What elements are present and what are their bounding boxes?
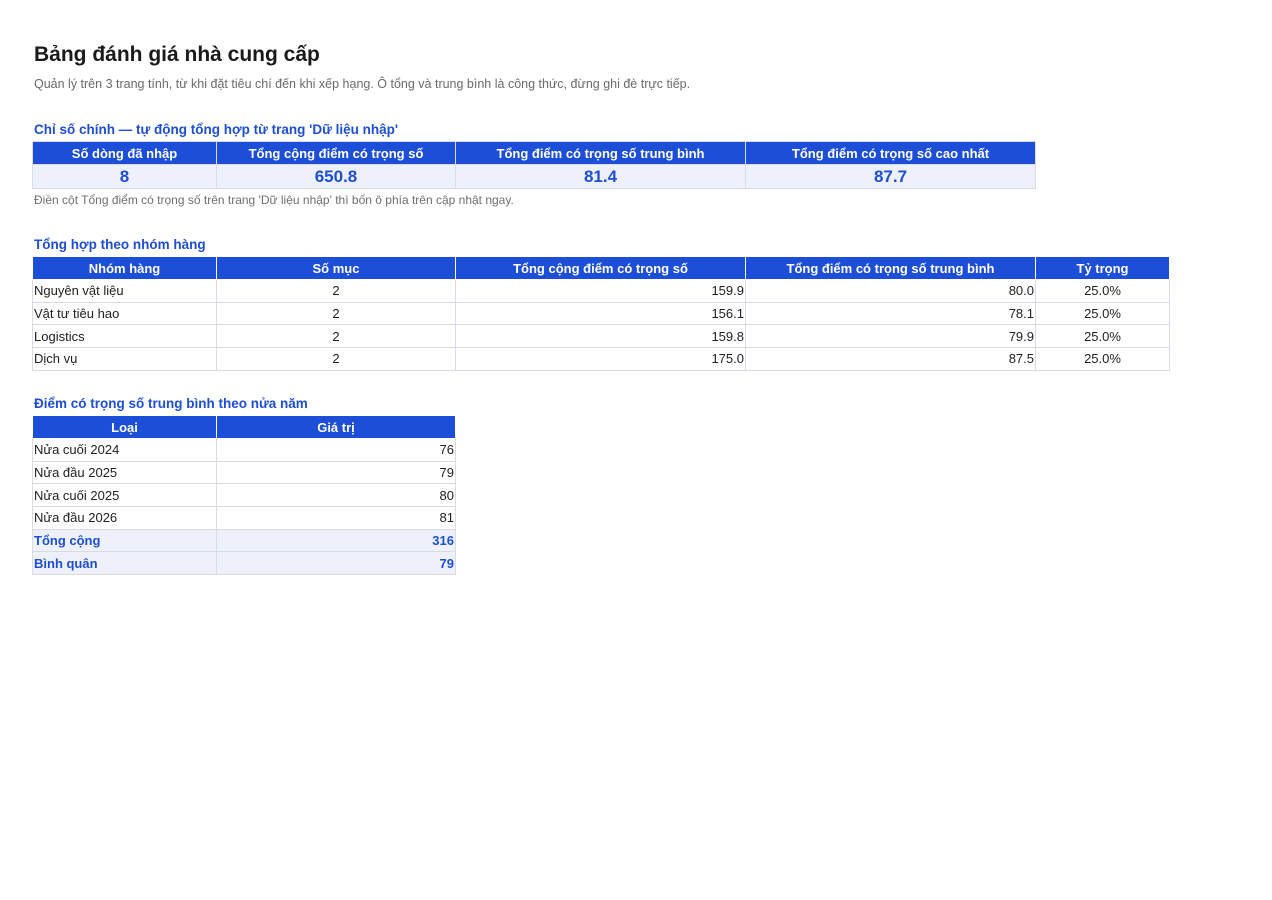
period-value-cell[interactable]: 80 [216, 483, 456, 508]
group-share-cell[interactable]: 25.0% [1035, 324, 1170, 349]
period-value-cell[interactable]: 76 [216, 438, 456, 462]
halfyear-header-row: Loại Giá trị [32, 415, 456, 439]
group-name-cell[interactable]: Vật tư tiêu hao [32, 301, 217, 326]
groups-header-row: Nhóm hàng Số mục Tổng cộng điểm có trọng… [32, 256, 1170, 280]
kpi-header-max-weighted[interactable]: Tổng điểm có trọng số cao nhất [745, 141, 1036, 165]
halfyear-header-value[interactable]: Giá trị [216, 415, 456, 439]
group-name-cell[interactable]: Nguyên vật liệu [32, 279, 217, 303]
period-cell[interactable]: Nửa đầu 2025 [32, 460, 217, 485]
group-total-cell[interactable]: 156.1 [455, 301, 746, 326]
kpi-note: Điền cột Tổng điểm có trọng số trên tran… [34, 193, 514, 207]
table-row: Dịch vụ 2 175.0 87.5 25.0% [32, 347, 1170, 371]
kpi-section-title: Chỉ số chính — tự động tổng hợp từ trang… [34, 122, 399, 137]
period-value-cell[interactable]: 79 [216, 460, 456, 485]
kpi-header-total-weighted[interactable]: Tổng cộng điểm có trọng số [216, 141, 456, 165]
groups-header-share[interactable]: Tỷ trọng [1035, 256, 1170, 280]
table-row: Nguyên vật liệu 2 159.9 80.0 25.0% [32, 279, 1170, 303]
groups-header-category[interactable]: Nhóm hàng [32, 256, 217, 280]
groups-table: Nhóm hàng Số mục Tổng cộng điểm có trọng… [32, 256, 1170, 371]
group-name-cell[interactable]: Dịch vụ [32, 347, 217, 371]
table-row: Nửa đầu 2025 79 [32, 460, 456, 485]
total-label-cell[interactable]: Tổng cộng [32, 528, 217, 553]
group-count-cell[interactable]: 2 [216, 324, 456, 349]
group-average-cell[interactable]: 78.1 [745, 301, 1036, 326]
total-value-cell[interactable]: 316 [216, 528, 456, 553]
table-row: Nửa cuối 2024 76 [32, 438, 456, 462]
table-row: Vật tư tiêu hao 2 156.1 78.1 25.0% [32, 301, 1170, 326]
groups-header-total[interactable]: Tổng cộng điểm có trọng số [455, 256, 746, 280]
kpi-header-row: Số dòng đã nhập Tổng cộng điểm có trọng … [32, 141, 1036, 165]
halfyear-section-title: Điểm có trọng số trung bình theo nửa năm [34, 396, 308, 411]
groups-header-average[interactable]: Tổng điểm có trọng số trung bình [745, 256, 1036, 280]
period-cell[interactable]: Nửa cuối 2024 [32, 438, 217, 462]
kpi-header-average-weighted[interactable]: Tổng điểm có trọng số trung bình [455, 141, 746, 165]
group-average-cell[interactable]: 79.9 [745, 324, 1036, 349]
group-total-cell[interactable]: 159.8 [455, 324, 746, 349]
halfyear-table: Loại Giá trị Nửa cuối 2024 76 Nửa đầu 20… [32, 415, 456, 576]
group-total-cell[interactable]: 159.9 [455, 279, 746, 303]
group-name-cell[interactable]: Logistics [32, 324, 217, 349]
group-average-cell[interactable]: 87.5 [745, 347, 1036, 371]
page-title: Bảng đánh giá nhà cung cấp [34, 43, 320, 66]
kpi-header-rows-entered[interactable]: Số dòng đã nhập [32, 141, 217, 165]
period-cell[interactable]: Nửa cuối 2025 [32, 483, 217, 508]
group-average-cell[interactable]: 80.0 [745, 279, 1036, 303]
groups-header-count[interactable]: Số mục [216, 256, 456, 280]
period-cell[interactable]: Nửa đầu 2026 [32, 506, 217, 530]
kpi-table: Số dòng đã nhập Tổng cộng điểm có trọng … [32, 141, 1036, 189]
groups-section-title: Tổng hợp theo nhóm hàng [34, 237, 206, 252]
halfyear-header-type[interactable]: Loại [32, 415, 217, 439]
table-row: Nửa cuối 2025 80 [32, 483, 456, 508]
kpi-value-row: 8 650.8 81.4 87.7 [32, 164, 1036, 189]
average-row: Bình quân 79 [32, 551, 456, 576]
average-value-cell[interactable]: 79 [216, 551, 456, 576]
kpi-value-total-weighted[interactable]: 650.8 [216, 164, 456, 189]
group-count-cell[interactable]: 2 [216, 279, 456, 303]
period-value-cell[interactable]: 81 [216, 506, 456, 530]
kpi-value-average-weighted[interactable]: 81.4 [455, 164, 746, 189]
table-row: Nửa đầu 2026 81 [32, 506, 456, 530]
kpi-value-max-weighted[interactable]: 87.7 [745, 164, 1036, 189]
group-total-cell[interactable]: 175.0 [455, 347, 746, 371]
page-subtitle: Quản lý trên 3 trang tính, từ khi đặt ti… [34, 77, 691, 91]
group-count-cell[interactable]: 2 [216, 347, 456, 371]
table-row: Logistics 2 159.8 79.9 25.0% [32, 324, 1170, 349]
kpi-value-rows-entered[interactable]: 8 [32, 164, 217, 189]
average-label-cell[interactable]: Bình quân [32, 551, 217, 576]
group-count-cell[interactable]: 2 [216, 301, 456, 326]
group-share-cell[interactable]: 25.0% [1035, 347, 1170, 371]
group-share-cell[interactable]: 25.0% [1035, 279, 1170, 303]
group-share-cell[interactable]: 25.0% [1035, 301, 1170, 326]
total-row: Tổng cộng 316 [32, 528, 456, 553]
spreadsheet-sheet: Bảng đánh giá nhà cung cấp Quản lý trên … [0, 0, 1272, 900]
